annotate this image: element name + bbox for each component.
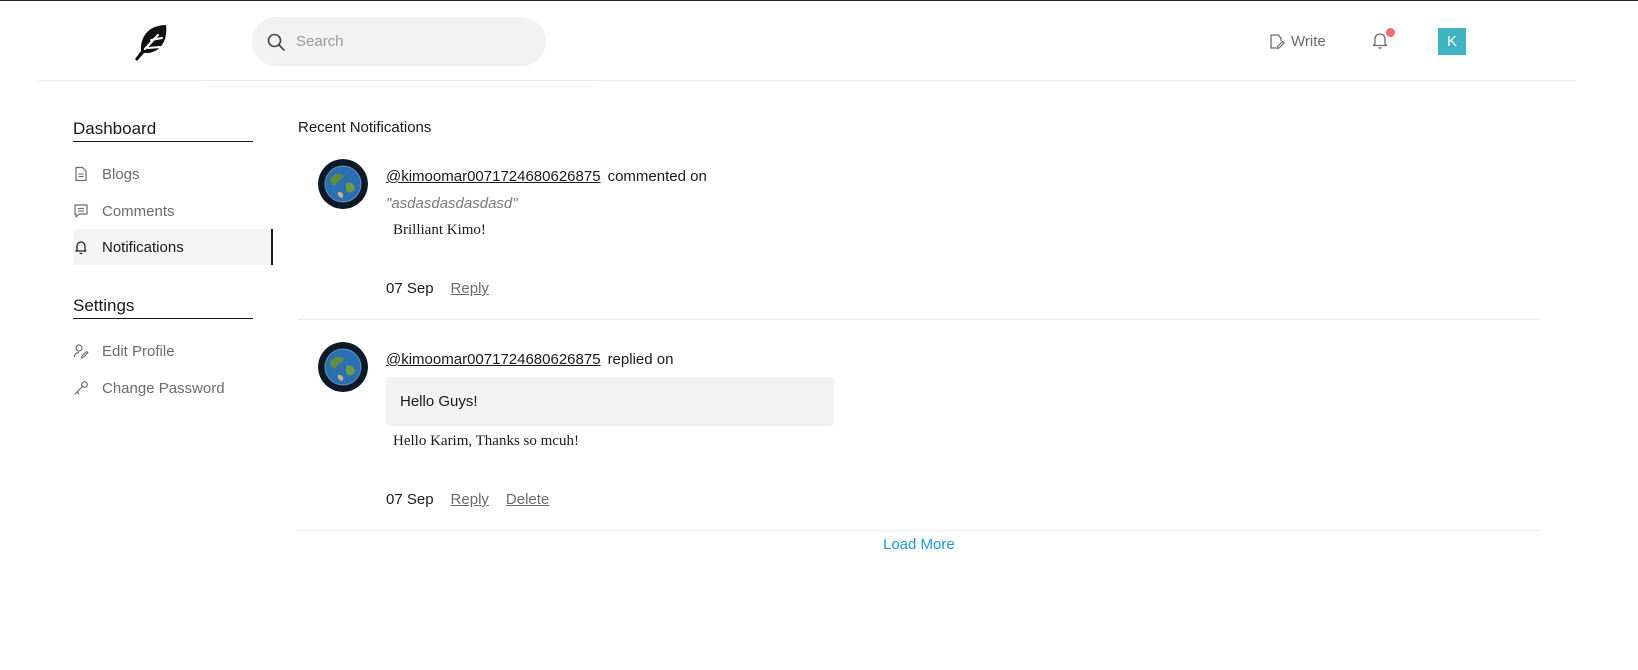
dashboard-heading: Dashboard	[73, 119, 253, 142]
username-link[interactable]: @kimoomar0071724680626875	[386, 351, 601, 368]
delete-button[interactable]: Delete	[506, 491, 549, 508]
search-underline	[205, 86, 595, 87]
header-divider	[38, 80, 1576, 81]
user-avatar[interactable]: K	[1438, 28, 1466, 55]
settings-heading: Settings	[73, 296, 253, 319]
comment-text: Hello Karim, Thanks so mcuh!	[393, 433, 579, 449]
sidebar-item-label: Edit Profile	[102, 342, 175, 360]
reply-button[interactable]: Reply	[451, 491, 489, 508]
reply-button[interactable]: Reply	[451, 280, 489, 297]
notification-header: @kimoomar0071724680626875 commented on	[386, 168, 707, 185]
notification-meta: 07 Sep Reply Delete	[386, 491, 549, 508]
blog-title[interactable]: "asdasdasdasdasd"	[386, 195, 518, 212]
load-more-button[interactable]: Load More	[883, 536, 955, 553]
notification-divider	[298, 319, 1540, 320]
notification-meta: 07 Sep Reply	[386, 280, 489, 297]
notification-action: commented on	[607, 168, 707, 185]
document-icon	[75, 166, 87, 182]
search-input[interactable]	[296, 33, 516, 50]
replied-comment: Hello Guys!	[386, 377, 834, 426]
key-icon	[74, 381, 88, 395]
bell-icon	[75, 241, 87, 255]
notification-dot	[1386, 28, 1395, 37]
notification-divider	[298, 530, 1540, 531]
notification-header: @kimoomar0071724680626875 replied on	[386, 351, 673, 368]
search-bar[interactable]	[252, 17, 546, 66]
top-navbar: Write K	[0, 1, 1638, 87]
sidebar-item-notifications[interactable]: Notifications	[73, 229, 273, 265]
sidebar-item-comments[interactable]: Comments	[73, 193, 273, 229]
edit-document-icon	[1270, 33, 1285, 49]
avatar[interactable]	[318, 342, 368, 392]
page-title: Recent Notifications	[298, 119, 432, 136]
sidebar-item-label: Change Password	[102, 379, 225, 397]
feather-logo-icon[interactable]	[130, 21, 172, 63]
sidebar-item-label: Comments	[102, 202, 175, 220]
search-icon	[267, 33, 285, 51]
sidebar-item-blogs[interactable]: Blogs	[73, 156, 273, 192]
sidebar-item-label: Blogs	[102, 165, 140, 183]
avatar[interactable]	[318, 159, 368, 209]
sidebar-item-label: Notifications	[102, 238, 184, 256]
write-label: Write	[1291, 32, 1326, 50]
sidebar-item-edit-profile[interactable]: Edit Profile	[73, 333, 273, 369]
write-button[interactable]: Write	[1268, 29, 1326, 53]
comment-icon	[74, 204, 88, 218]
sidebar-item-change-password[interactable]: Change Password	[73, 370, 273, 406]
comment-text: Brilliant Kimo!	[393, 222, 486, 238]
notification-date: 07 Sep	[386, 280, 434, 297]
notification-date: 07 Sep	[386, 491, 434, 508]
username-link[interactable]: @kimoomar0071724680626875	[386, 168, 601, 185]
notification-action: replied on	[607, 351, 674, 368]
edit-user-icon	[73, 344, 89, 359]
